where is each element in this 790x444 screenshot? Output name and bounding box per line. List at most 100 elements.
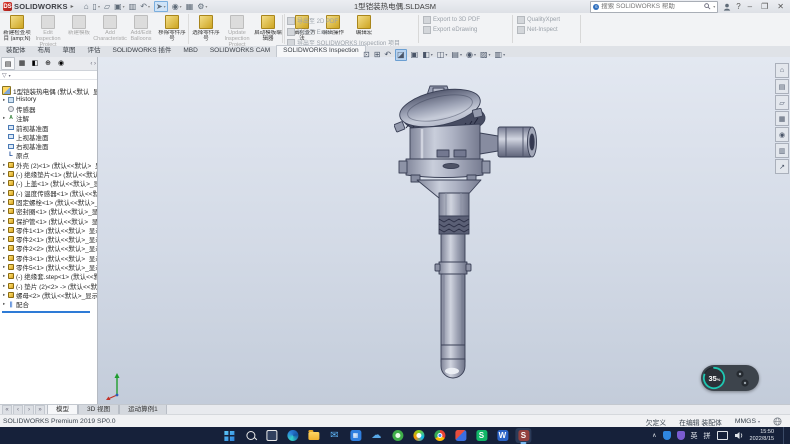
store-icon[interactable]: ▦ [347,428,363,443]
speaker-icon[interactable] [734,431,744,440]
design-library-icon[interactable]: ▱ [775,95,789,110]
display-style-icon[interactable]: ◫ [437,50,448,60]
tree-item[interactable]: ▸ 零件1<1> (默认<<默认>_显示状态 [0,225,97,234]
word-icon[interactable]: W [494,428,510,443]
tree-item[interactable]: ▸ 零件2<1> (默认<<默认>_显示状 [0,234,97,243]
tree-item[interactable]: ▸ ∥ 配合 [0,300,97,309]
tree-item[interactable]: ▸ 保护管<1> (默认<<默认>_显示状 [0,216,97,225]
ribbon-tab[interactable]: 装配体 [0,46,32,57]
dimxpertmanager-tab[interactable]: ⊕ [42,57,54,68]
solidworks-icon[interactable]: S [515,428,531,443]
tree-item[interactable]: ▸ 零件2<2> (默认<<默认>_显示状态 [0,244,97,253]
view-settings-icon[interactable]: ▥ [495,50,506,60]
ribbon-button[interactable]: Add/Edit Balloons [126,14,156,44]
tree-item[interactable]: 右视基准面 [0,141,97,150]
options-qa-icon[interactable]: ⚙ [197,2,207,11]
tree-item[interactable]: 前视基准面 [0,123,97,132]
tree-item[interactable]: 上视基准面 [0,132,97,141]
tree-item[interactable]: ▸ (-) 垫片 (2)<2> -> (默认<<默认> [0,281,97,290]
restore-button[interactable]: ❐ [759,2,770,11]
tree-item[interactable]: ▸ (-) 上盖<1> (默认<<默认>_显 [0,179,97,188]
forum-icon[interactable]: ↗ [775,159,789,174]
tree-item[interactable]: ▸ 螺母<2> (默认<<默认>_显示状态 [0,290,97,299]
custom-properties-icon[interactable]: ▥ [775,143,789,158]
ribbon-button[interactable]: 选择零件序号 [188,14,221,44]
ribbon-tab[interactable]: MBD [177,46,203,57]
ribbon-tab[interactable]: 评估 [82,46,107,57]
ime-indicator[interactable]: 拼 [704,431,711,441]
screen-recorder-widget[interactable]: 35% [701,365,759,391]
export-item[interactable]: 导出至 2D PDF [287,16,400,25]
search-input[interactable] [601,3,702,10]
tree-item[interactable]: ▸ 密封圈<1> (默认<<默认>_显示状 [0,207,97,216]
tree-item[interactable]: ▸ 零件3<1> (默认<<默认>_显示状态 [0,253,97,262]
file-explorer-icon[interactable]: ▦ [775,111,789,126]
home-qa-icon[interactable]: ⌂ [84,2,89,11]
ribbon-button[interactable]: 启动模板编辑器 [253,14,283,44]
edit-appearance-icon[interactable]: ◉ [466,50,476,60]
new-document-qa-icon[interactable]: ▯ [93,2,100,11]
tree-filter[interactable]: ▽ ▾ [0,71,97,80]
ribbon-button[interactable]: Add Characteristic [95,14,125,44]
export-item[interactable]: Export to 3D PDF [423,16,480,24]
export-item[interactable]: QualityXpert [517,16,560,24]
ribbon-button[interactable]: Update Inspection Project [222,14,252,48]
minimize-button[interactable]: – [746,2,754,11]
globe-icon[interactable] [773,417,782,426]
view-orientation-icon[interactable]: ◧ [422,50,433,60]
antivirus-shield-icon[interactable] [663,431,671,440]
ribbon-tab[interactable]: SOLIDWORKS 插件 [107,46,178,57]
print-qa-icon[interactable]: ▥ [129,2,137,11]
search-caret-icon[interactable]: ▾ [713,4,715,9]
dynamic-annotation-views-icon[interactable]: ▣ [411,50,419,60]
home-icon[interactable]: ⌂ [775,63,789,78]
hide-show-items-icon[interactable]: ▤ [451,50,462,60]
ribbon-tab[interactable]: 草图 [57,46,82,57]
appearances-icon[interactable]: ◉ [775,127,789,142]
thermocouple-model[interactable] [394,81,544,393]
tree-rollback-bar[interactable] [2,311,90,313]
close-button[interactable]: ✕ [775,2,786,11]
edge-icon[interactable] [284,428,300,443]
browser-360-icon[interactable] [410,428,426,443]
open-qa-icon[interactable]: ▱ [104,2,110,11]
onedrive-icon[interactable]: ☁ [368,428,384,443]
ribbon-tab[interactable]: SOLIDWORKS CAM [204,46,276,57]
mail-icon[interactable]: ✉ [326,428,342,443]
tray-chevron-icon[interactable]: ∧ [652,432,656,439]
export-item[interactable]: Net-Inspect [517,26,560,34]
zoom-area-icon[interactable]: ⊞ [374,50,381,60]
browser-green-icon[interactable] [389,428,405,443]
tree-item[interactable]: ▸ History [0,95,97,104]
login-user-icon[interactable] [723,3,731,11]
select-qa-icon[interactable]: ➤ [154,1,168,12]
ribbon-button[interactable]: 新建模板 [64,14,94,44]
rebuild-qa-icon[interactable]: ◉ [172,2,182,11]
tree-root-item[interactable]: 1型铠装热电偶 (默认<默认_显示状态-1 [0,86,97,95]
ribbon-button[interactable]: Edit Inspection Project [33,14,63,48]
file-explorer-icon[interactable] [305,428,321,443]
resources-icon[interactable]: ▤ [775,79,789,94]
ribbon-button[interactable]: 移除零件序号 [157,14,187,44]
file-properties-qa-icon[interactable]: ▦ [186,2,194,11]
export-item[interactable]: 导出至 Excel [287,27,400,36]
input-language[interactable]: 英 [691,431,698,441]
propertymanager-tab[interactable]: ▦ [16,57,28,68]
start-icon[interactable] [221,428,237,443]
units-selector[interactable]: MMGS [735,418,760,425]
search-icon[interactable] [242,428,258,443]
graphics-viewport[interactable]: ⊡⊞↶◪▣◧◫▤◉▨▥ [98,57,790,404]
apply-scene-icon[interactable]: ▨ [480,50,491,60]
clock[interactable]: 15:50 2022/8/15 [750,429,774,442]
help-button[interactable]: ? [736,2,740,11]
previous-view-icon[interactable]: ↶ [384,50,391,60]
tree-item[interactable]: ▸ (-) 绝缘垫片<1> (默认<<默认>_显 [0,169,97,178]
featuremanager-tab[interactable]: ▤ [1,57,15,70]
wps-icon[interactable]: S [473,428,489,443]
tree-item[interactable]: ▸ A 注解 [0,114,97,123]
tree-item[interactable]: ▸ 外壳 (2)<1> (默认<<默认>_显示状 [0,160,97,169]
capcut-icon[interactable] [452,428,468,443]
tree-item[interactable]: ▸ 固定螺栓<1> (默认<<默认>_显示状 [0,197,97,206]
ribbon-button[interactable]: 新建检查项目 (amp;N) [2,14,32,44]
chrome-icon[interactable] [431,428,447,443]
